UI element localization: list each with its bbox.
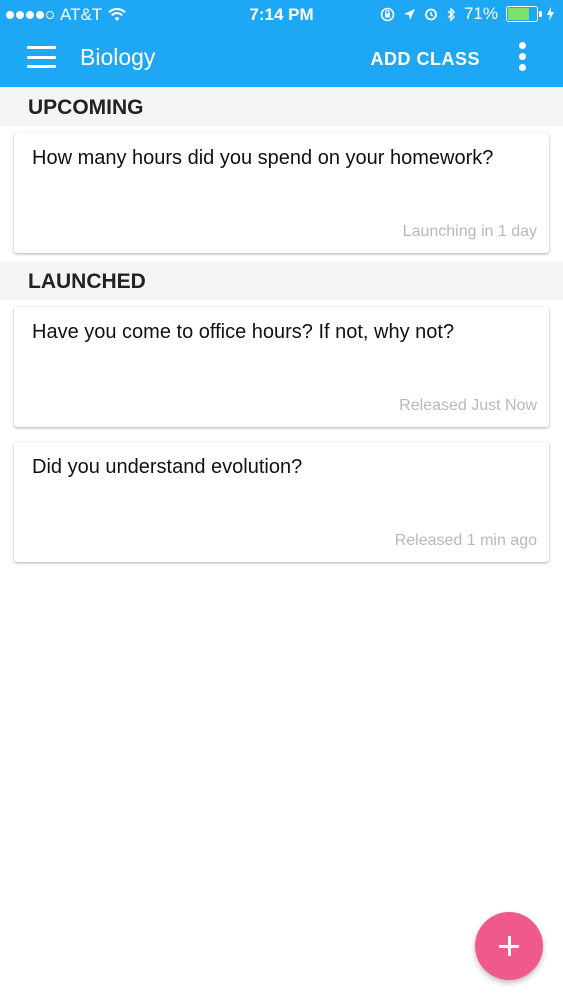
question-status: Released Just Now (399, 397, 537, 414)
bluetooth-icon (447, 6, 455, 22)
status-bar: AT&T 7:14 PM 71% (0, 0, 563, 30)
question-text: Did you understand evolution? (32, 456, 303, 478)
section-title: UPCOMING (28, 96, 144, 119)
hamburger-menu-icon[interactable] (27, 46, 56, 68)
section-title: LAUNCHED (28, 270, 146, 293)
question-status: Released 1 min ago (394, 532, 537, 549)
question-status: Launching in 1 day (402, 223, 537, 240)
section-header-upcoming: UPCOMING (0, 88, 563, 126)
section-header-launched: LAUNCHED (0, 262, 563, 300)
app-header: AT&T 7:14 PM 71% Biology ADD CLASS (0, 0, 563, 87)
page-title: Biology (80, 44, 156, 70)
location-arrow-icon (403, 8, 415, 20)
question-text: Have you come to office hours? If not, w… (32, 321, 455, 343)
charging-bolt-icon (547, 7, 554, 21)
question-card[interactable]: Did you understand evolution? Released 1… (14, 442, 549, 562)
rotation-lock-icon (380, 7, 395, 21)
question-card[interactable]: How many hours did you spend on your hom… (14, 133, 549, 253)
alarm-icon (425, 8, 437, 21)
more-options-icon[interactable] (519, 42, 527, 72)
status-right: 71% (380, 4, 555, 24)
add-class-button[interactable]: ADD CLASS (370, 49, 480, 70)
battery-percent: 71% (463, 4, 498, 23)
question-text: How many hours did you spend on your hom… (32, 147, 494, 169)
add-question-fab-button[interactable] (475, 912, 543, 980)
battery-icon (506, 6, 542, 22)
question-card[interactable]: Have you come to office hours? If not, w… (14, 307, 549, 427)
